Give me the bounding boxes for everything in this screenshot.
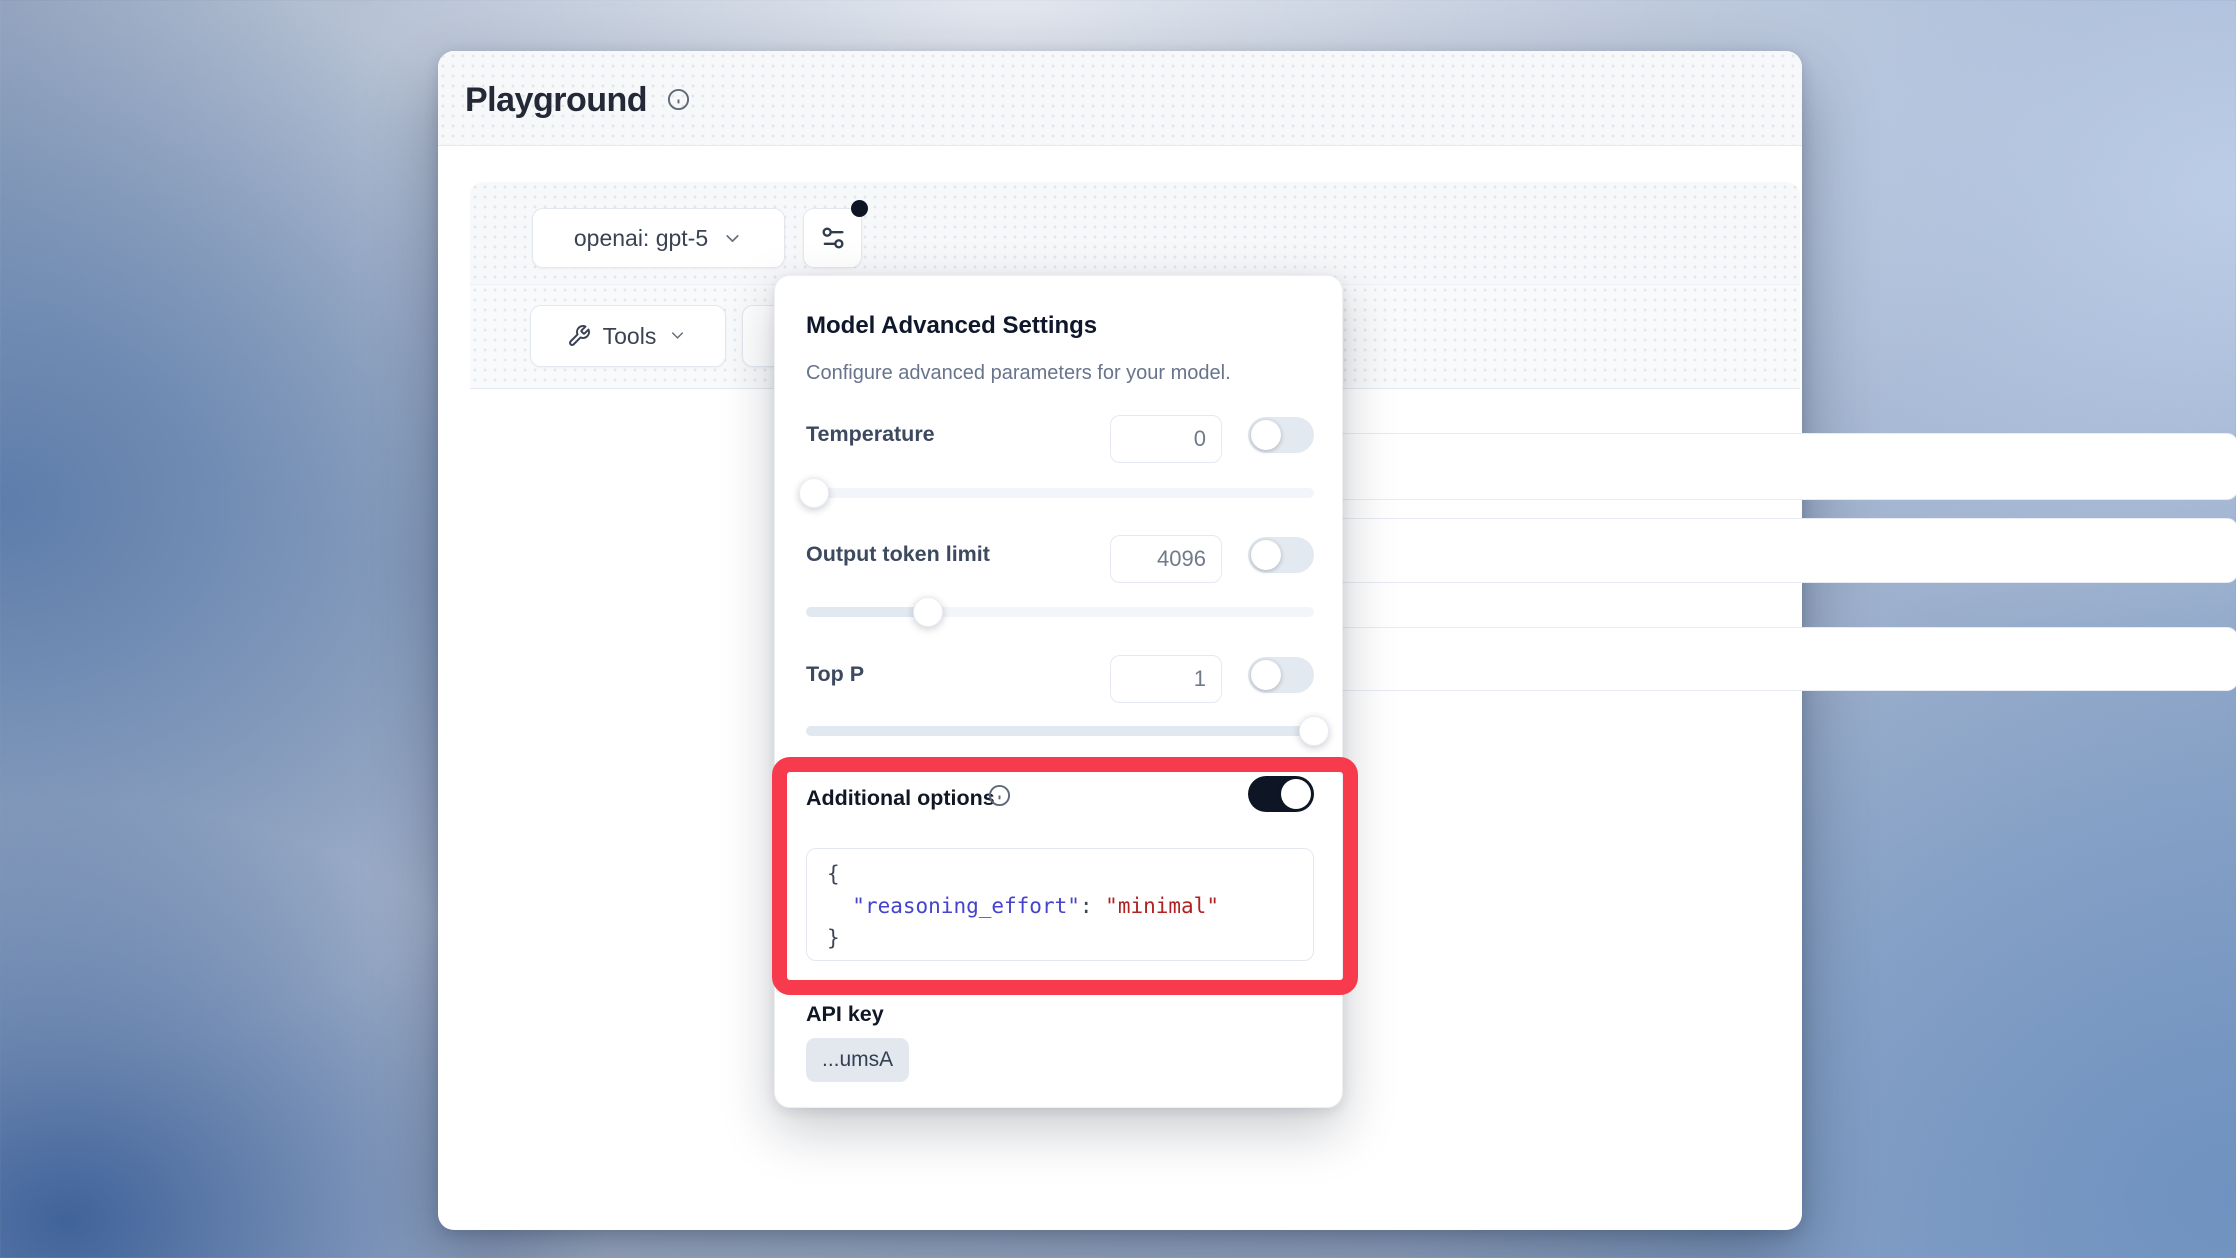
output-token-limit-label: Output token limit [806,542,990,567]
code-indent [827,894,852,918]
toggle-knob [1251,660,1281,690]
settings-notification-dot [851,200,868,217]
temperature-slider[interactable] [806,488,1314,498]
additional-options-label: Additional options [806,786,995,811]
temperature-input[interactable]: 0 [1110,415,1222,463]
tools-dropdown[interactable]: Tools [530,305,726,367]
model-selector[interactable]: openai: gpt-5 [532,208,785,268]
model-settings-button[interactable] [803,208,862,268]
chevron-down-icon [668,326,689,347]
toggle-knob [1251,540,1281,570]
additional-options-json-editor[interactable]: { "reasoning_effort": "minimal" } [806,848,1314,961]
code-value: "minimal" [1105,894,1219,918]
code-colon: : [1080,894,1105,918]
wrench-icon [567,324,591,348]
model-bar: openai: gpt-5 [470,182,1800,285]
model-selector-label: openai: gpt-5 [574,225,708,252]
output-token-limit-slider[interactable] [806,607,1314,617]
api-key-badge[interactable]: ...umsA [806,1038,909,1082]
code-key: "reasoning_effort" [852,894,1080,918]
info-icon[interactable] [988,784,1011,807]
output-token-limit-input[interactable]: 4096 [1110,535,1222,583]
popover-subtitle: Configure advanced parameters for your m… [806,362,1231,385]
code-open-brace: { [827,862,840,886]
slider-thumb[interactable] [913,597,943,627]
temperature-toggle[interactable] [1248,417,1314,453]
api-key-label: API key [806,1002,884,1027]
toggle-knob [1281,779,1311,809]
page-title: Playground [465,81,647,120]
app-header: Playground [438,51,1802,146]
popover-title: Model Advanced Settings [806,312,1097,340]
model-advanced-settings-popover: Model Advanced Settings Configure advanc… [774,275,1343,1108]
top-p-toggle[interactable] [1248,657,1314,693]
temperature-label: Temperature [806,422,935,447]
chevron-down-icon [722,228,743,249]
code-close-brace: } [827,926,840,950]
info-icon[interactable] [667,88,690,111]
slider-thumb[interactable] [799,478,829,508]
sliders-icon [819,224,847,252]
output-token-limit-toggle[interactable] [1248,537,1314,573]
toggle-knob [1251,420,1281,450]
top-p-slider[interactable] [806,726,1314,736]
slider-thumb[interactable] [1299,716,1329,746]
tools-label: Tools [603,323,657,350]
top-p-input[interactable]: 1 [1110,655,1222,703]
additional-options-toggle[interactable] [1248,776,1314,812]
top-p-label: Top P [806,662,864,687]
